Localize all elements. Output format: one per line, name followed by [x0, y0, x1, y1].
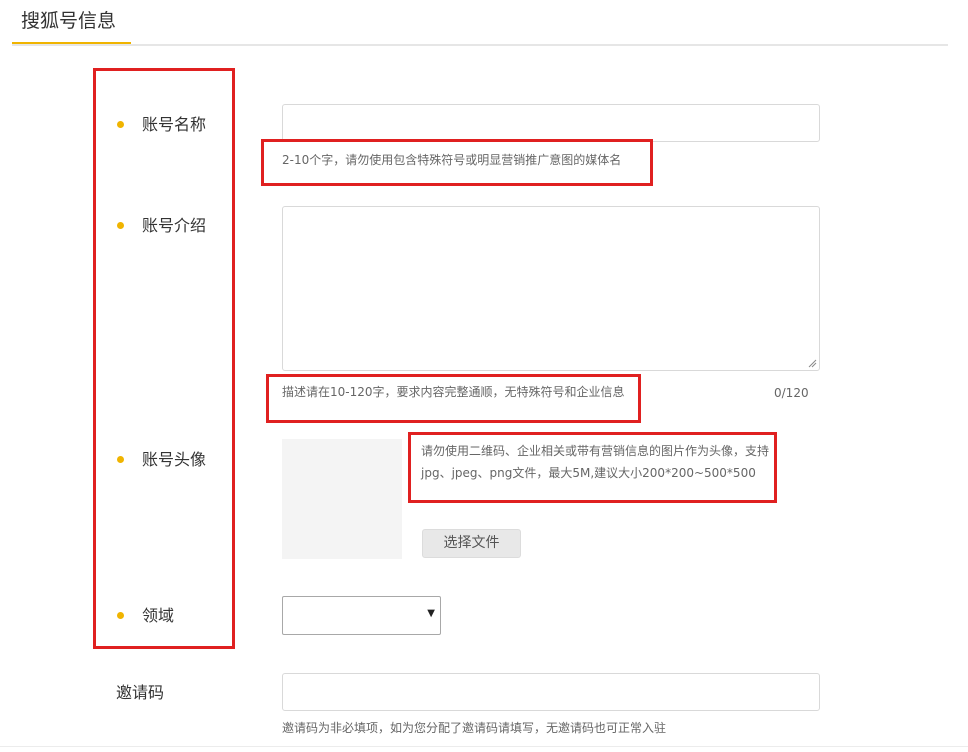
section-header: 搜狐号信息	[12, 0, 948, 46]
choose-file-button[interactable]: 选择文件	[422, 529, 521, 558]
avatar-hint-highlight-frame	[408, 432, 777, 503]
bottom-divider	[0, 746, 968, 747]
page-title: 搜狐号信息	[21, 10, 117, 32]
char-counter: 0/120	[774, 386, 809, 400]
intro-hint-highlight-frame	[266, 374, 641, 423]
invite-code-label-row: 邀请码	[116, 683, 164, 703]
account-name-input[interactable]	[282, 104, 820, 142]
invite-code-input[interactable]	[282, 673, 820, 711]
name-hint-highlight-frame	[261, 139, 653, 186]
title-underline	[12, 42, 131, 44]
labels-highlight-frame	[93, 68, 235, 649]
avatar-preview	[282, 439, 402, 559]
invite-code-hint: 邀请码为非必填项，如为您分配了邀请码请填写，无邀请码也可正常入驻	[282, 721, 667, 735]
account-intro-textarea[interactable]	[282, 206, 820, 371]
invite-code-label: 邀请码	[116, 683, 165, 702]
domain-select[interactable]: ▼	[282, 596, 441, 635]
dropdown-arrow-icon: ▼	[427, 608, 435, 619]
resize-handle-icon[interactable]	[808, 359, 817, 368]
